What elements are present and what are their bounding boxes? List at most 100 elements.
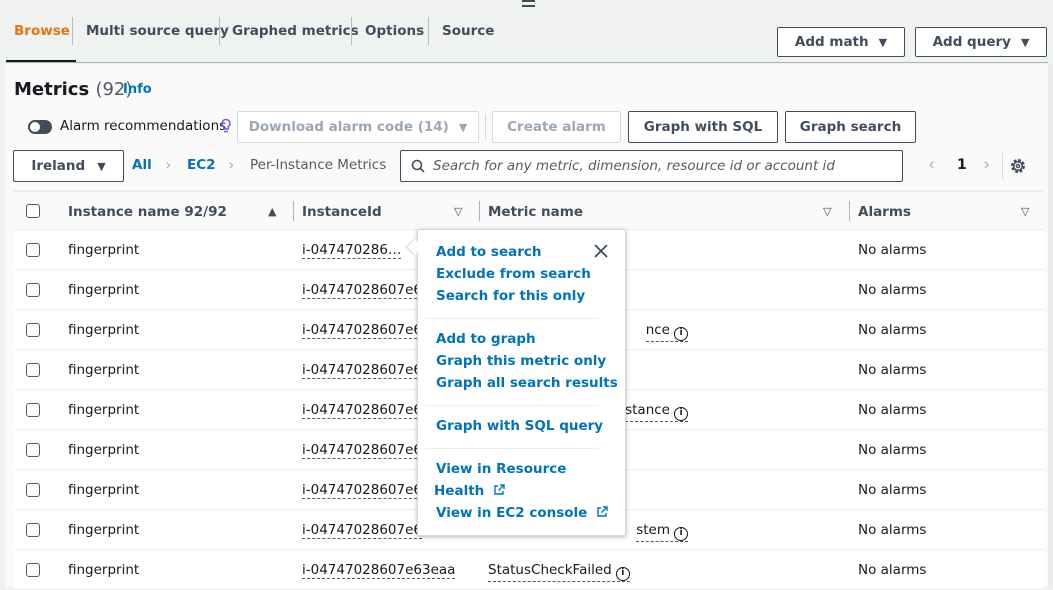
metric-search-input[interactable]: [433, 158, 893, 174]
close-icon[interactable]: [594, 244, 608, 258]
instance-id-cell[interactable]: i-04747028607e6: [302, 522, 422, 539]
row-checkbox[interactable]: [26, 323, 40, 337]
search-for-this-only-link[interactable]: Search for this only: [436, 288, 585, 304]
tab-source[interactable]: Source: [442, 22, 494, 40]
column-divider[interactable]: [479, 201, 480, 221]
panel-resize-handle[interactable]: [522, 0, 535, 9]
table-row[interactable]: fingerprint i-04747028607e63eaa StatusChec…: [14, 550, 1044, 590]
view-in-resource-health-link[interactable]: View in Resource: [436, 461, 566, 477]
graph-with-sql-label: Graph with SQL: [643, 119, 763, 135]
add-query-button[interactable]: Add query ▼: [915, 27, 1047, 57]
region-select[interactable]: Ireland ▼: [13, 150, 124, 182]
region-label: Ireland: [31, 158, 86, 174]
download-alarm-code-button[interactable]: Download alarm code (14) ▼: [237, 111, 479, 143]
breadcrumb-all[interactable]: All: [132, 157, 152, 173]
row-checkbox[interactable]: [26, 403, 40, 417]
graph-this-metric-only-link[interactable]: Graph this metric only: [436, 353, 606, 369]
graph-all-search-results-link[interactable]: Graph all search results: [436, 375, 618, 391]
instance-id-cell[interactable]: i-04747028607e6: [302, 482, 422, 499]
view-in-resource-health-link-cont[interactable]: Health: [434, 483, 505, 499]
external-link-icon: [494, 484, 505, 495]
instance-id-cell[interactable]: i-04747028607e6: [302, 402, 422, 419]
instance-id-popover: Add to search Exclude from search Search…: [417, 229, 626, 536]
gear-icon[interactable]: [1009, 157, 1027, 175]
metric-name-cell[interactable]: stem i: [636, 522, 688, 542]
search-icon: [411, 159, 425, 173]
alarms-cell: No alarms: [858, 362, 927, 378]
instance-name-cell: fingerprint: [68, 482, 140, 498]
caret-down-icon: ▼: [1020, 35, 1030, 49]
info-icon[interactable]: i: [674, 327, 688, 341]
metric-name-cell[interactable]: stance i: [625, 402, 688, 422]
row-checkbox[interactable]: [26, 363, 40, 377]
lightbulb-icon: [221, 118, 231, 133]
tab-divider: [428, 17, 429, 45]
breadcrumb-per-instance-metrics: Per-Instance Metrics: [250, 157, 387, 173]
scrollbar[interactable]: [1048, 64, 1053, 587]
info-icon[interactable]: i: [615, 567, 630, 581]
page-title: Metrics (92): [14, 79, 132, 100]
chevron-right-icon: ›: [165, 155, 172, 174]
create-alarm-button[interactable]: Create alarm: [492, 111, 621, 143]
current-page[interactable]: 1: [957, 157, 967, 173]
instance-name-cell: fingerprint: [68, 282, 140, 298]
select-all-checkbox[interactable]: [26, 204, 40, 218]
metric-search-box[interactable]: [400, 150, 903, 182]
instance-id-cell[interactable]: i-047470286…: [302, 242, 402, 259]
row-checkbox[interactable]: [26, 283, 40, 297]
sort-icon[interactable]: ▽: [1021, 205, 1029, 218]
alarm-recommendations-toggle[interactable]: [28, 120, 52, 134]
add-to-graph-link[interactable]: Add to graph: [436, 331, 536, 347]
alarms-cell: No alarms: [858, 482, 927, 498]
previous-page-button[interactable]: ‹: [928, 154, 935, 175]
row-checkbox[interactable]: [26, 523, 40, 537]
breadcrumb-ec2[interactable]: EC2: [187, 157, 216, 173]
popover-divider: [425, 448, 599, 449]
row-checkbox[interactable]: [26, 483, 40, 497]
column-divider[interactable]: [293, 201, 294, 221]
metric-name-text: nce: [645, 322, 670, 338]
view-in-ec2-console-link[interactable]: View in EC2 console: [436, 505, 608, 521]
column-divider[interactable]: [849, 201, 850, 221]
column-instance-id[interactable]: InstanceId: [302, 204, 382, 220]
instance-name-cell: fingerprint: [68, 442, 140, 458]
column-metric-name[interactable]: Metric name: [488, 204, 583, 220]
next-page-button[interactable]: ›: [983, 154, 990, 175]
instance-id-cell[interactable]: i-04747028607e6: [302, 282, 422, 299]
info-link[interactable]: Info: [123, 82, 152, 97]
add-math-label: Add math: [794, 34, 869, 50]
alarms-cell: No alarms: [858, 522, 927, 538]
tab-divider: [72, 17, 73, 45]
alarms-cell: No alarms: [858, 442, 927, 458]
view-in-ec2-console-label: View in EC2 console: [436, 505, 588, 521]
metric-name-cell[interactable]: nce i: [645, 322, 688, 342]
column-alarms[interactable]: Alarms: [858, 204, 911, 220]
metric-name-text: StatusCheckFailed: [488, 562, 612, 578]
instance-id-cell[interactable]: i-04747028607e6: [302, 362, 422, 379]
row-checkbox[interactable]: [26, 243, 40, 257]
tab-multi-source-query[interactable]: Multi source query: [86, 22, 229, 40]
add-math-button[interactable]: Add math ▼: [777, 27, 905, 57]
tab-browse[interactable]: Browse: [14, 22, 70, 40]
metric-name-cell[interactable]: StatusCheckFailed i: [488, 562, 630, 582]
column-instance-name[interactable]: Instance name 92/92: [68, 204, 227, 220]
tab-graphed-metrics[interactable]: Graphed metrics: [232, 22, 359, 40]
tab-options[interactable]: Options: [365, 22, 424, 40]
row-checkbox[interactable]: [26, 563, 40, 577]
instance-id-cell[interactable]: i-04747028607e63eaa: [302, 562, 456, 579]
graph-with-sql-query-link[interactable]: Graph with SQL query: [436, 418, 603, 434]
sort-ascending-icon[interactable]: ▲: [268, 205, 276, 218]
graph-search-button[interactable]: Graph search: [785, 111, 916, 143]
graph-with-sql-button[interactable]: Graph with SQL: [628, 111, 778, 143]
info-icon[interactable]: i: [674, 407, 688, 421]
row-checkbox[interactable]: [26, 443, 40, 457]
exclude-from-search-link[interactable]: Exclude from search: [436, 266, 591, 282]
sort-icon[interactable]: ▽: [454, 205, 462, 218]
instance-id-cell[interactable]: i-04747028607e6: [302, 442, 422, 459]
instance-id-cell[interactable]: i-04747028607e6: [302, 322, 422, 339]
sort-icon[interactable]: ▽: [823, 205, 831, 218]
chevron-right-icon: ›: [228, 155, 235, 174]
alarms-cell: No alarms: [858, 242, 927, 258]
info-icon[interactable]: i: [674, 527, 688, 541]
add-to-search-link[interactable]: Add to search: [436, 244, 541, 260]
